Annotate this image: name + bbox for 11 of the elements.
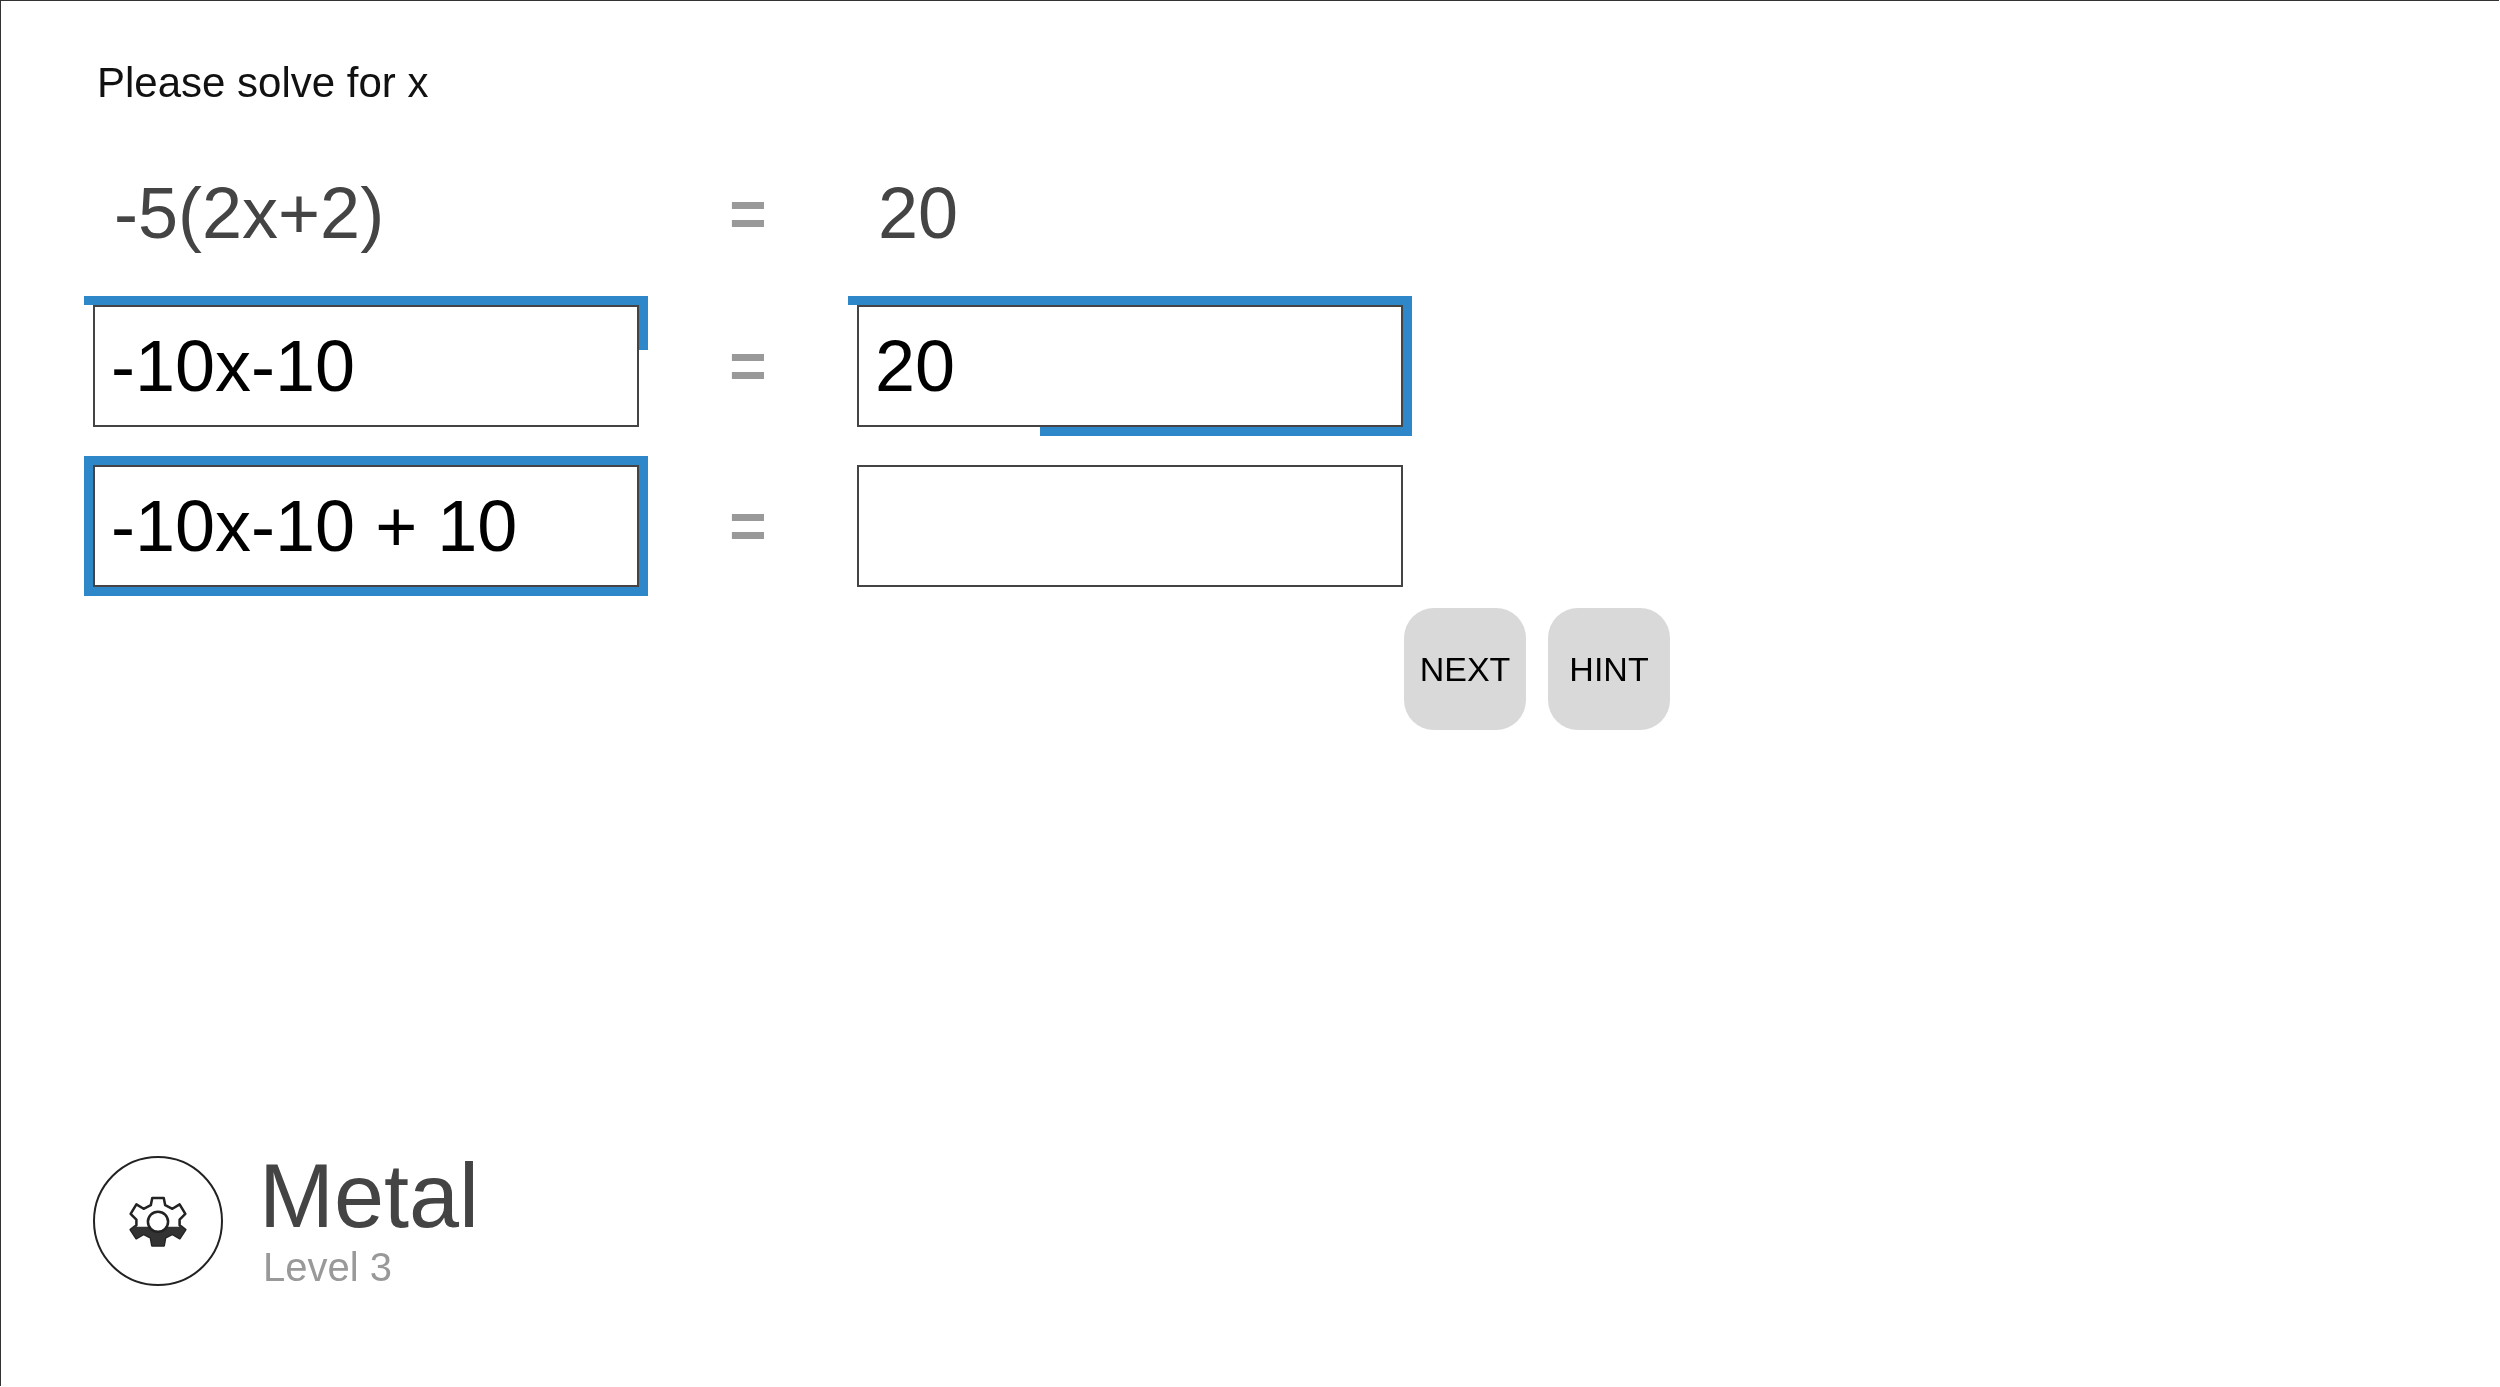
instruction-text: Please solve for x xyxy=(97,59,429,107)
expression-text: 20 xyxy=(877,172,960,255)
equals-sign: = xyxy=(729,176,767,251)
equals-sign: = xyxy=(729,329,767,403)
equals-sign: = xyxy=(729,489,767,563)
level-label: Level 3 xyxy=(262,1245,393,1290)
expression-text: -5(2x+2) xyxy=(113,172,386,255)
badge-title: Metal xyxy=(259,1151,480,1241)
next-button[interactable]: NEXT xyxy=(1404,608,1526,730)
badge-icon xyxy=(93,1155,223,1286)
hint-button[interactable]: HINT xyxy=(1548,608,1670,730)
